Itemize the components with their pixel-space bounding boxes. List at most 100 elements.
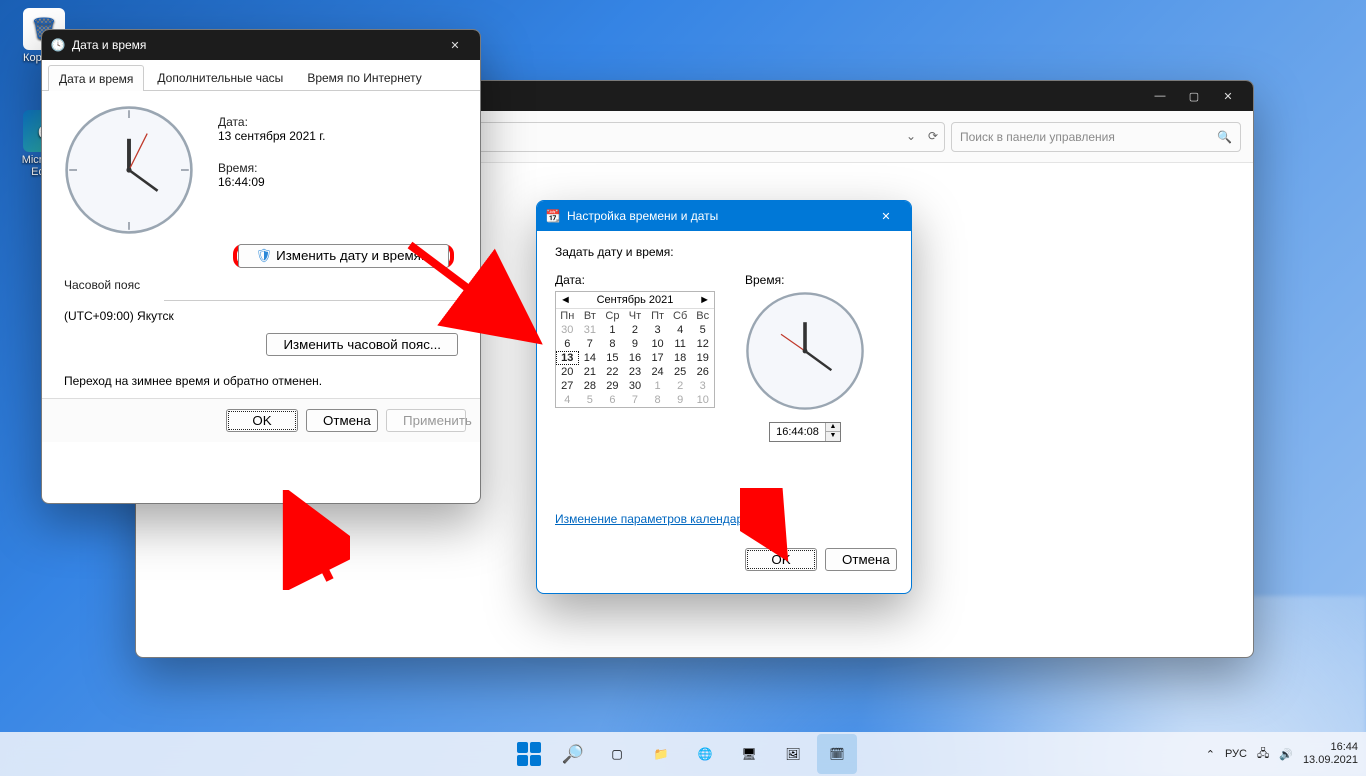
calendar-day[interactable]: 30: [556, 323, 579, 337]
close-button[interactable]: ✕: [438, 30, 472, 60]
tray-date: 13.09.2021: [1303, 754, 1358, 767]
calendar-day[interactable]: 4: [556, 393, 579, 407]
settings-titlebar[interactable]: 📆 Настройка времени и даты ✕: [537, 201, 911, 231]
minimize-button[interactable]: —: [1143, 81, 1177, 111]
calendar-day[interactable]: 3: [646, 323, 669, 337]
calendar-day[interactable]: 25: [669, 365, 692, 379]
calendar-day[interactable]: 6: [556, 337, 579, 351]
calendar-icon: 📆: [545, 208, 561, 224]
task-view-button[interactable]: ▢: [597, 734, 637, 774]
weekday-header: Вт: [579, 309, 602, 323]
language-indicator[interactable]: РУС: [1225, 748, 1247, 760]
instruction-label: Задать дату и время:: [555, 245, 893, 259]
calendar-day[interactable]: 2: [669, 379, 692, 393]
search-icon: 🔍: [562, 744, 584, 765]
calendar-day[interactable]: 22: [601, 365, 624, 379]
calendar-day[interactable]: 18: [669, 351, 692, 365]
calendar-day[interactable]: 13: [556, 351, 579, 365]
calendar-day[interactable]: 30: [624, 379, 647, 393]
calendar-day[interactable]: 23: [624, 365, 647, 379]
calendar-day[interactable]: 11: [669, 337, 692, 351]
calendar-day[interactable]: 6: [601, 393, 624, 407]
weekday-header: Ср: [601, 309, 624, 323]
calendar-day[interactable]: 24: [646, 365, 669, 379]
explorer-button[interactable]: 📁: [641, 734, 681, 774]
spin-down-icon[interactable]: ▼: [826, 432, 840, 441]
volume-icon[interactable]: 🔊: [1279, 748, 1293, 761]
clock-tray[interactable]: 16:44 13.09.2021: [1303, 741, 1358, 767]
search-icon: 🔍: [1217, 130, 1232, 144]
apply-button[interactable]: Применить: [386, 409, 466, 432]
ok-button[interactable]: OK: [226, 409, 298, 432]
calendar-day[interactable]: 16: [624, 351, 647, 365]
chevron-down-icon[interactable]: ⌄: [906, 129, 916, 143]
calendar-day[interactable]: 21: [579, 365, 602, 379]
calendar-day[interactable]: 15: [601, 351, 624, 365]
close-button[interactable]: ✕: [1211, 81, 1245, 111]
tab-internet-time[interactable]: Время по Интернету: [296, 64, 432, 90]
calendar-day[interactable]: 9: [624, 337, 647, 351]
start-button[interactable]: [509, 734, 549, 774]
calendar-day[interactable]: 17: [646, 351, 669, 365]
prev-month-icon[interactable]: ◄: [560, 294, 571, 306]
time-value: 16:44:09: [218, 175, 326, 189]
month-label: Сентябрь 2021: [597, 294, 674, 306]
maximize-button[interactable]: ▢: [1177, 81, 1211, 111]
spin-up-icon[interactable]: ▲: [826, 423, 840, 432]
highlight-annotation: 🛡 Изменить дату и время...: [233, 244, 454, 268]
calendar-day[interactable]: 1: [646, 379, 669, 393]
ok-button[interactable]: OK: [745, 548, 817, 571]
clock-icon: 🕓: [50, 37, 66, 53]
calendar-day[interactable]: 10: [646, 337, 669, 351]
search-placeholder: Поиск в панели управления: [960, 130, 1115, 144]
close-button[interactable]: ✕: [869, 201, 903, 231]
calendar-day[interactable]: 5: [691, 323, 714, 337]
settings-time-date-dialog: 📆 Настройка времени и даты ✕ Задать дату…: [536, 200, 912, 594]
tab-additional-clocks[interactable]: Дополнительные часы: [146, 64, 294, 90]
calendar-day[interactable]: 8: [601, 337, 624, 351]
cancel-button[interactable]: Отмена: [825, 548, 897, 571]
edge-button[interactable]: 🌐: [685, 734, 725, 774]
date-value: 13 сентября 2021 г.: [218, 129, 326, 143]
calendar-day[interactable]: 3: [691, 379, 714, 393]
calendar-day[interactable]: 12: [691, 337, 714, 351]
calendar-day[interactable]: 26: [691, 365, 714, 379]
time-label: Время:: [745, 273, 865, 287]
calendar-day[interactable]: 19: [691, 351, 714, 365]
date-label: Дата:: [218, 115, 326, 129]
calendar[interactable]: ◄ Сентябрь 2021 ► ПнВтСрЧтПтСбВс30311234…: [555, 291, 715, 408]
calendar-day[interactable]: 10: [691, 393, 714, 407]
next-month-icon[interactable]: ►: [699, 294, 710, 306]
calendar-day[interactable]: 14: [579, 351, 602, 365]
date-time-app-button[interactable]: 🗓: [817, 734, 857, 774]
calendar-day[interactable]: 9: [669, 393, 692, 407]
calendar-day[interactable]: 1: [601, 323, 624, 337]
app-button[interactable]: 🖥: [729, 734, 769, 774]
change-timezone-button[interactable]: Изменить часовой пояс...: [266, 333, 458, 356]
calendar-day[interactable]: 7: [579, 337, 602, 351]
calendar-settings-link[interactable]: Изменение параметров календаря: [555, 512, 750, 526]
calendar-day[interactable]: 8: [646, 393, 669, 407]
calendar-day[interactable]: 7: [624, 393, 647, 407]
calendar-day[interactable]: 2: [624, 323, 647, 337]
calendar-day[interactable]: 20: [556, 365, 579, 379]
weekday-header: Пн: [556, 309, 579, 323]
change-date-time-button[interactable]: 🛡 Изменить дату и время...: [238, 244, 449, 268]
network-icon[interactable]: 🖧: [1257, 745, 1269, 764]
refresh-icon[interactable]: ⟳: [928, 129, 938, 143]
taskbar-search-button[interactable]: 🔍: [553, 734, 593, 774]
tab-date-time[interactable]: Дата и время: [48, 65, 144, 91]
calendar-day[interactable]: 31: [579, 323, 602, 337]
app-button-2[interactable]: 🖼: [773, 734, 813, 774]
time-input[interactable]: [770, 425, 825, 439]
calendar-day[interactable]: 28: [579, 379, 602, 393]
search-input[interactable]: Поиск в панели управления 🔍: [951, 122, 1241, 152]
calendar-day[interactable]: 4: [669, 323, 692, 337]
cancel-button[interactable]: Отмена: [306, 409, 378, 432]
calendar-day[interactable]: 5: [579, 393, 602, 407]
calendar-day[interactable]: 27: [556, 379, 579, 393]
date-time-titlebar[interactable]: 🕓 Дата и время ✕: [42, 30, 480, 60]
time-spinner[interactable]: ▲ ▼: [769, 422, 841, 442]
tray-chevron-icon[interactable]: ⌃: [1206, 748, 1215, 761]
calendar-day[interactable]: 29: [601, 379, 624, 393]
